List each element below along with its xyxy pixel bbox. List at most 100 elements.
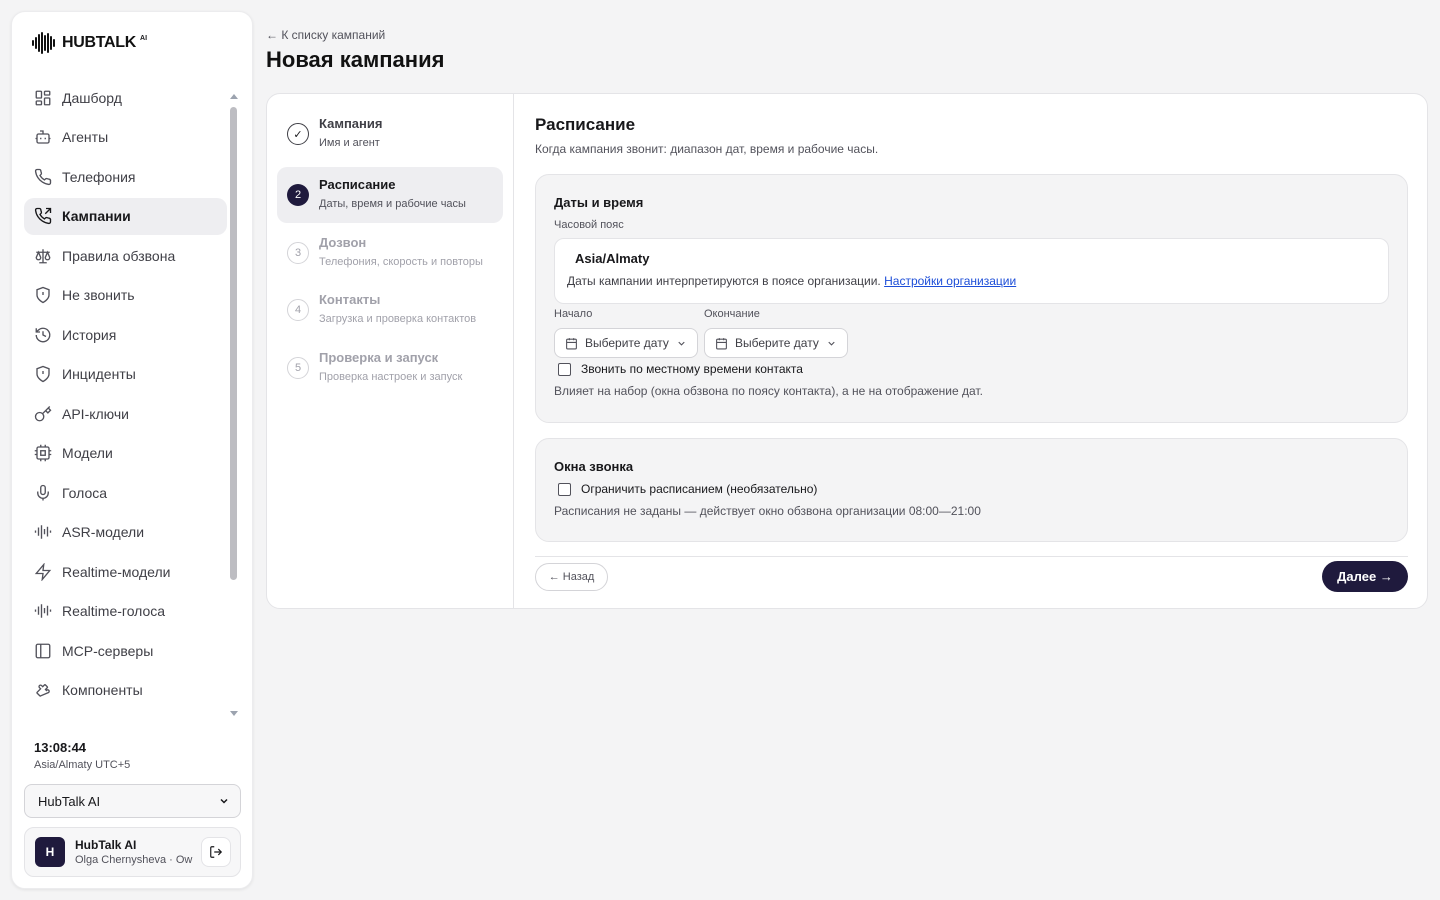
audio-lines-icon [34, 604, 52, 618]
phone-outgoing-icon [34, 207, 52, 225]
sidebar-item-voices[interactable]: Голоса [24, 474, 227, 511]
section-subtitle: Когда кампания звонит: диапазон дат, вре… [535, 142, 879, 156]
start-date-value: Выберите дату [585, 336, 669, 350]
end-date-value: Выберите дату [735, 336, 819, 350]
limit-schedule-checkbox[interactable] [558, 482, 571, 496]
chevron-down-icon [828, 341, 835, 346]
shield-icon [36, 286, 50, 304]
logout-icon [210, 846, 223, 858]
scroll-up-arrow[interactable] [230, 94, 238, 99]
sidebar-item-label: Телефония [62, 168, 136, 185]
campaign-wizard: ✓ Кампания Имя и агент 2 Расписание Даты… [266, 93, 1428, 609]
sidebar-item-label: ASR-модели [62, 524, 145, 540]
limit-schedule-label: Ограничить расписанием (необязательно) [581, 482, 818, 496]
limit-schedule-toggle[interactable]: Ограничить расписанием (необязательно) [554, 482, 817, 496]
logo[interactable]: HUBTALK AI [32, 32, 147, 54]
end-date-label: Окончание [704, 308, 760, 320]
sidebar-item-campaigns[interactable]: Кампании [24, 197, 227, 235]
step-review-launch[interactable]: 5 Проверка и запуск Проверка настроек и … [277, 340, 503, 396]
check-icon: ✓ [287, 123, 309, 145]
logo-suffix: AI [140, 34, 148, 42]
section-title: Расписание [535, 115, 636, 134]
phone-icon [34, 168, 52, 185]
local-time-checkbox[interactable] [558, 362, 571, 376]
puzzle-icon [36, 684, 50, 697]
sidebar-item-label: Голоса [62, 484, 108, 501]
scroll-down-arrow[interactable] [230, 711, 238, 716]
start-date-picker[interactable]: Выберите дату [554, 328, 698, 358]
local-time-toggle[interactable]: Звонить по местному времени контакта [554, 362, 803, 376]
step-schedule[interactable]: 2 Расписание Даты, время и рабочие часы [277, 167, 503, 223]
zap-icon [34, 562, 52, 581]
organization-select[interactable]: HubTalk AI [24, 784, 241, 818]
sidebar-item-models[interactable]: Модели [24, 435, 227, 472]
step-title: Кампания [319, 116, 383, 131]
step-number: 2 [287, 184, 309, 206]
sidebar-item-asr-models[interactable]: ASR-модели [24, 514, 227, 551]
sidebar-item-dashboard[interactable]: Дашборд [24, 79, 227, 116]
step-dialing[interactable]: 3 Дозвон Телефония, скорость и повторы [277, 225, 503, 281]
key-icon [34, 405, 52, 421]
step-number: 5 [287, 357, 309, 379]
step-subtitle: Загрузка и проверка контактов [319, 313, 477, 325]
step-subtitle: Телефония, скорость и повторы [319, 256, 483, 268]
sidebar-item-history[interactable]: История [24, 316, 227, 353]
sidebar-item-do-not-call[interactable]: Не звонить [24, 277, 227, 314]
cpu-icon [34, 444, 52, 462]
sidebar: HUBTALK AI Дашборд Агенты Телефония Камп… [11, 11, 253, 889]
sidebar-item-dialing-rules[interactable]: Правила обзвона [24, 237, 227, 274]
step-title: Проверка и запуск [319, 350, 439, 365]
sidebar-item-label: Компоненты [62, 682, 143, 698]
sidebar-item-realtime-models[interactable]: Realtime-модели [24, 553, 227, 590]
start-date-label: Начало [554, 308, 593, 320]
sidebar-item-incidents[interactable]: Инциденты [24, 356, 227, 393]
back-button[interactable]: ← Назад [535, 563, 608, 591]
org-settings-link[interactable]: Настройки организации [884, 274, 1016, 288]
sidebar-item-label: Realtime-модели [62, 563, 171, 580]
sidebar-item-label: Агенты [62, 129, 109, 145]
sidebar-item-label: Не звонить [62, 287, 135, 303]
step-contacts[interactable]: 4 Контакты Загрузка и проверка контактов [277, 282, 503, 338]
sidebar-item-mcp-servers[interactable]: MCP-серверы [24, 632, 227, 669]
end-date-picker[interactable]: Выберите дату [704, 328, 848, 358]
timezone-label: Часовой пояс [554, 219, 624, 231]
timezone-note: Даты кампании интерпретируются в поясе о… [567, 274, 1016, 288]
page-title: Новая кампания [266, 47, 445, 72]
sidebar-item-realtime-voices[interactable]: Realtime-голоса [24, 593, 227, 630]
next-button[interactable]: Далее → [1322, 561, 1408, 592]
logo-text: HUBTALK [62, 34, 137, 51]
step-number: 4 [287, 299, 309, 321]
sidebar-item-label: MCP-серверы [62, 642, 154, 659]
wizard-steps: ✓ Кампания Имя и агент 2 Расписание Даты… [267, 94, 514, 608]
step-subtitle: Проверка настроек и запуск [319, 371, 463, 383]
local-time-hint: Влияет на набор (окна обзвона по поясу к… [554, 384, 983, 398]
clock-timezone: Asia/Almaty UTC+5 [34, 759, 131, 771]
soundwave-logo-icon [32, 32, 55, 54]
back-to-campaigns-link[interactable]: ← К списку кампаний [266, 28, 385, 42]
timezone-value: Asia/Almaty [575, 251, 650, 266]
history-icon [35, 327, 51, 342]
sidebar-item-label: Правила обзвона [62, 247, 176, 264]
clock: 13:08:44 [34, 740, 87, 755]
sidebar-item-agents[interactable]: Агенты [24, 119, 227, 156]
scale-icon [35, 248, 51, 263]
chevron-down-icon [220, 798, 228, 804]
sidebar-item-api-keys[interactable]: API-ключи [24, 395, 227, 432]
avatar: H [35, 837, 65, 867]
sidebar-item-label: Realtime-голоса [62, 603, 166, 619]
sidebar-scrollbar[interactable] [230, 107, 237, 580]
call-windows-panel: Окна звонка Ограничить расписанием (необ… [535, 438, 1408, 542]
sidebar-item-telephony[interactable]: Телефония [24, 158, 227, 195]
timezone-box: Asia/Almaty Даты кампании интерпретируют… [554, 238, 1389, 304]
step-campaign[interactable]: ✓ Кампания Имя и агент [277, 106, 503, 162]
timezone-note-text: Даты кампании интерпретируются в поясе о… [567, 274, 881, 288]
user-subtitle: Olga Chernysheva · Owner [75, 854, 193, 866]
sidebar-item-components[interactable]: Компоненты [24, 672, 227, 709]
user-card: H HubTalk AI Olga Chernysheva · Owner [24, 827, 241, 877]
organization-select-value: HubTalk AI [38, 793, 101, 809]
step-title: Расписание [319, 177, 396, 192]
sidebar-nav: Дашборд Агенты Телефония Кампании Правил… [24, 79, 227, 711]
logout-button[interactable] [201, 837, 231, 867]
calendar-icon [716, 337, 727, 349]
footer-divider [535, 556, 1408, 557]
